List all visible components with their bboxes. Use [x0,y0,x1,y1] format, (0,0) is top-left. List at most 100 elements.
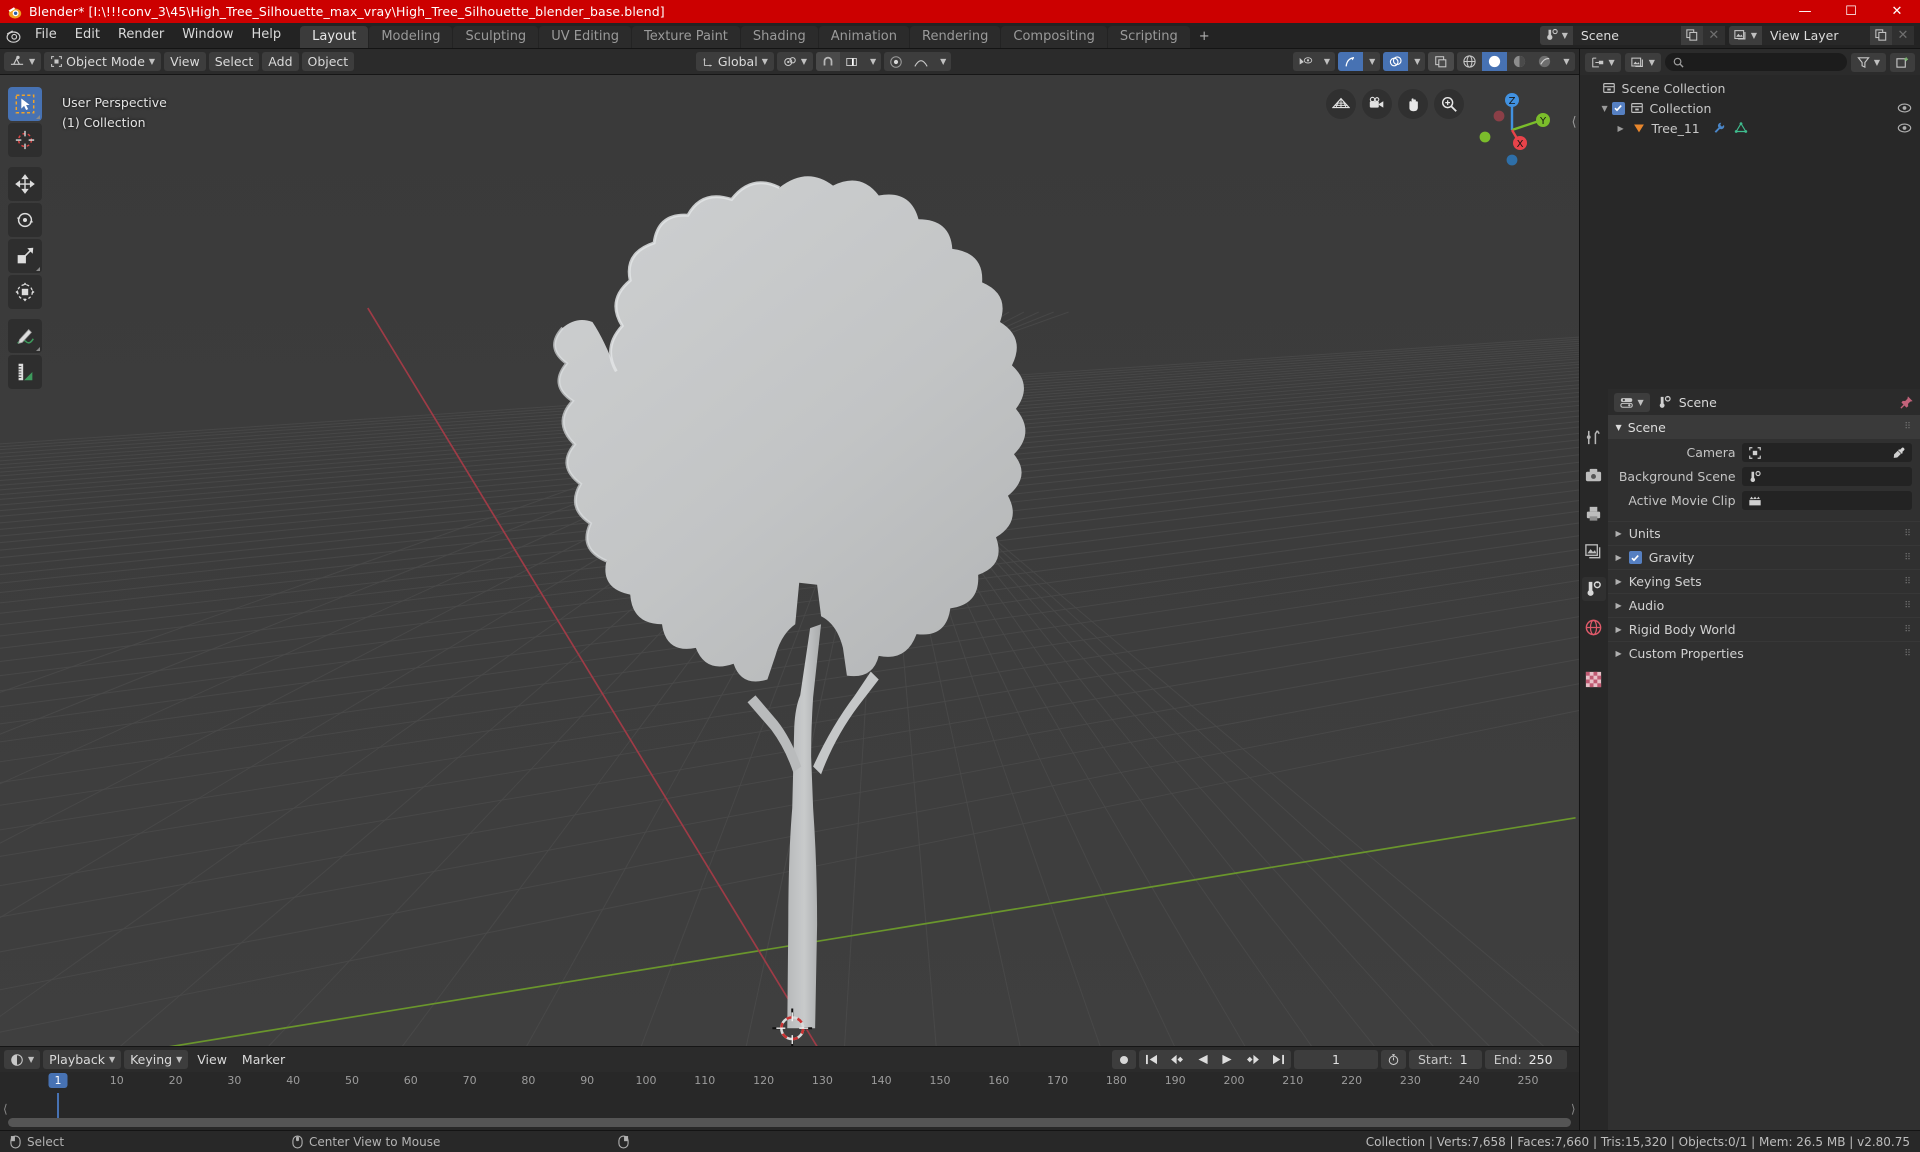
accordion-gravity[interactable]: ▶ Gravity ⠿ [1607,545,1920,569]
viewport-menu-add[interactable]: Add [262,52,299,71]
viewport-menu-object[interactable]: Object [301,52,355,71]
jump-start-icon[interactable] [1139,1050,1164,1069]
scene-icon[interactable]: ▼ [1539,25,1573,45]
camera-field[interactable] [1741,443,1912,462]
properties-tab-output[interactable] [1582,501,1606,525]
snapping-group[interactable]: ▼ [816,52,882,71]
accordion-keying-sets[interactable]: ▶ Keying Sets ⠿ [1607,569,1920,593]
object-visibility-group[interactable]: ▼ [1292,52,1336,71]
camera-view-icon[interactable] [1361,89,1392,119]
chevron-down-icon[interactable]: ▼ [934,52,951,71]
properties-tab-view-layer[interactable] [1582,539,1606,563]
shading-wireframe-button[interactable] [1457,52,1482,71]
unlink-scene-button[interactable]: ✕ [1702,25,1725,45]
outliner-scene-filter-icon[interactable]: ▼ [1624,52,1661,72]
jump-end-icon[interactable] [1266,1050,1291,1069]
overlays-group[interactable]: ▼ [1383,52,1426,71]
tab-scripting[interactable]: Scripting [1107,26,1190,48]
sidebar-toggle-icon[interactable]: ⟨ [1571,115,1576,130]
outliner-search-field[interactable] [1688,55,1839,69]
shading-solid-button[interactable] [1482,52,1508,71]
pivot-point-selector[interactable]: ▼ [776,52,813,71]
menu-edit[interactable]: Edit [66,22,109,48]
prev-keyframe-icon[interactable] [1164,1050,1191,1069]
editor-type-3dview-icon[interactable]: ▼ [4,52,42,71]
chevron-down-icon[interactable]: ▼ [864,52,881,71]
outliner-search-input[interactable] [1664,53,1847,71]
shading-rendered-button[interactable] [1532,52,1557,71]
tab-texture-paint[interactable]: Texture Paint [632,26,740,48]
accordion-units[interactable]: ▶ Units ⠿ [1607,521,1920,545]
select-box-tool[interactable] [8,87,42,121]
zoom-view-icon[interactable] [1433,89,1464,119]
active-movie-clip-field[interactable] [1741,491,1912,510]
play-icon[interactable] [1215,1050,1239,1069]
panel-header-scene[interactable]: ▼ Scene ⠿ [1607,415,1920,439]
tab-compositing[interactable]: Compositing [1001,26,1107,48]
tab-layout[interactable]: Layout [300,26,369,48]
object-visibility-eye-icon[interactable] [1897,122,1912,134]
filter-icon[interactable]: ▼ [1850,52,1886,72]
new-collection-icon[interactable] [1890,52,1915,72]
menu-file[interactable]: File [26,22,66,48]
collection-visibility-eye-icon[interactable] [1897,102,1912,114]
snap-increment-icon[interactable] [840,52,864,71]
modifier-wrench-icon[interactable] [1712,121,1726,135]
scale-tool[interactable] [8,239,42,273]
minimize-button[interactable]: — [1782,0,1828,23]
outliner-row-collection[interactable]: ▼ Collection [1580,98,1920,118]
transform-tool[interactable] [8,275,42,309]
outliner-row-tree11[interactable]: ▶ Tree_11 [1580,118,1920,138]
new-scene-button[interactable] [1680,25,1703,45]
measure-tool[interactable] [8,355,42,389]
outliner-display-mode-icon[interactable]: ▼ [1584,52,1621,72]
timeline-editor-icon[interactable]: ▼ [4,1050,41,1069]
tab-sculpting[interactable]: Sculpting [453,26,539,48]
proportional-edit-group[interactable]: ▼ [884,52,952,71]
chevron-down-icon[interactable]: ▼ [1557,52,1574,71]
tab-shading[interactable]: Shading [740,26,818,48]
chevron-down-icon[interactable]: ▼ [1363,52,1380,71]
background-scene-field[interactable] [1741,467,1912,486]
play-reverse-icon[interactable] [1191,1050,1215,1069]
new-viewlayer-button[interactable] [1870,25,1892,45]
add-workspace-button[interactable]: + [1191,26,1218,48]
blender-menu-icon[interactable] [0,22,26,48]
3d-viewport[interactable]: User Perspective (1) Collection Z Y X ⟨ [0,75,1579,1046]
transport-controls[interactable] [1139,1050,1291,1069]
timeline-menu-keying[interactable]: Keying ▼ [124,1050,189,1069]
tab-modeling[interactable]: Modeling [369,26,453,48]
grid-view-icon[interactable] [1325,89,1356,119]
current-frame-field[interactable]: 1 [1294,1050,1378,1069]
properties-editor-icon[interactable]: ▼ [1613,392,1650,412]
properties-tab-tool[interactable] [1582,425,1606,449]
menu-help[interactable]: Help [243,22,291,48]
annotate-tool[interactable] [8,319,42,353]
remove-viewlayer-button[interactable]: ✕ [1892,25,1914,45]
close-button[interactable]: ✕ [1874,0,1920,23]
move-tool[interactable] [8,167,42,201]
gizmo-icon[interactable] [1338,52,1364,71]
overlays-icon[interactable] [1383,52,1409,71]
timeline-playhead-label[interactable]: 1 [48,1073,68,1088]
view-axis-gizmo[interactable]: Z Y X [1469,87,1555,173]
gizmo-group[interactable]: ▼ [1338,52,1381,71]
tab-uv-editing[interactable]: UV Editing [539,26,632,48]
accordion-rigid-body-world[interactable]: ▶ Rigid Body World ⠿ [1607,617,1920,641]
timeline-scrollbar[interactable] [8,1118,1571,1127]
accordion-custom-properties[interactable]: ▶ Custom Properties ⠿ [1607,641,1920,665]
xray-toggle-icon[interactable] [1428,52,1455,71]
object-mode-selector[interactable]: Object Mode ▼ [44,52,162,71]
disclosure-icon[interactable]: ▼ [1598,104,1612,113]
scene-name-value[interactable]: Scene [1572,25,1681,45]
collection-enable-checkbox[interactable] [1611,101,1625,115]
pan-view-icon[interactable] [1397,89,1428,119]
menu-render[interactable]: Render [109,22,173,48]
viewlayer-name-value[interactable]: View Layer [1762,25,1870,45]
frame-end-field[interactable]: End: 250 [1484,1050,1567,1069]
eyedropper-icon[interactable] [1892,446,1906,460]
chevron-down-icon[interactable]: ▼ [1318,52,1335,71]
transform-orientation-selector[interactable]: Global ▼ [695,52,774,71]
viewport-menu-view[interactable]: View [164,52,206,71]
magnet-icon[interactable] [816,52,840,71]
